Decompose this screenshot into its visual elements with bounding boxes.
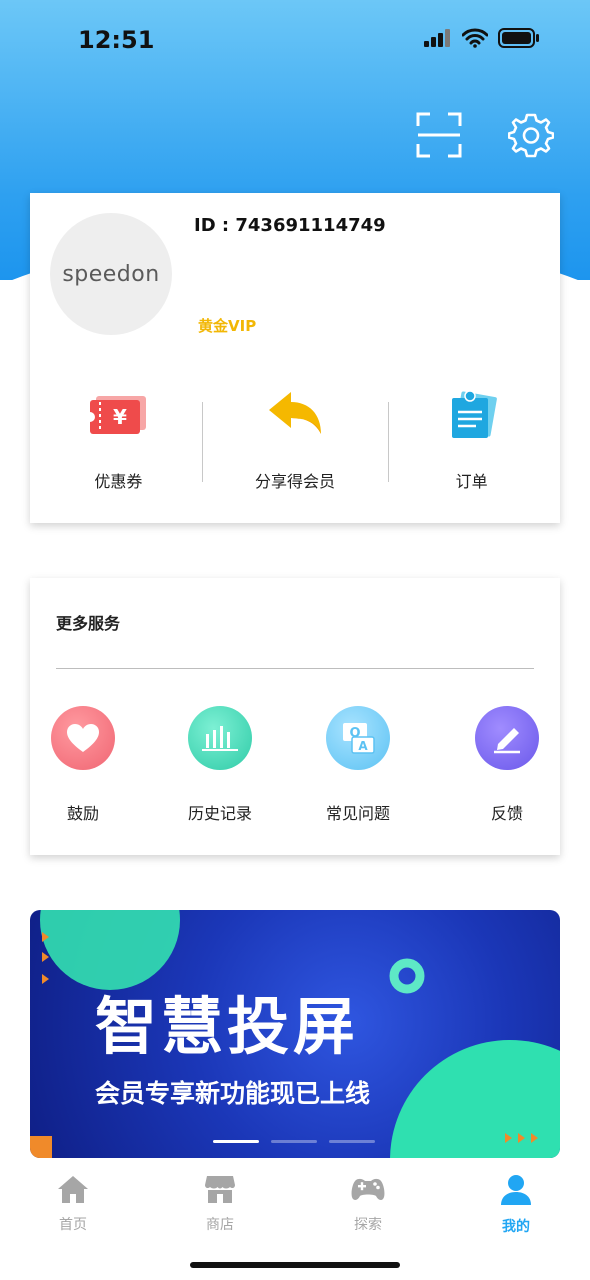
coupon-button[interactable]: ¥ 优惠券 <box>30 388 207 498</box>
services-row: 鼓励 历史记录 Q A 常见问题 反馈 <box>30 706 560 826</box>
status-time: 12:51 <box>78 26 155 54</box>
tab-store[interactable]: 商店 <box>180 1174 260 1234</box>
feedback-label: 反馈 <box>490 804 523 823</box>
home-indicator <box>190 1262 400 1268</box>
orders-button[interactable]: 订单 <box>383 388 560 498</box>
status-bar: 12:51 <box>0 0 590 80</box>
coupon-label: 优惠券 <box>94 472 143 491</box>
profile-icon <box>500 1174 532 1210</box>
carousel-dot[interactable] <box>329 1140 375 1143</box>
store-icon <box>204 1174 236 1208</box>
encourage-label: 鼓励 <box>66 804 99 823</box>
coupon-icon: ¥ <box>85 388 150 444</box>
battery-icon <box>498 28 540 52</box>
banner-title: 智慧投屏 <box>95 990 360 1063</box>
profile-card: speedon ID : 743691114749 黄金VIP ¥ 优惠券 分享… <box>30 193 560 523</box>
carousel-dot[interactable] <box>271 1140 317 1143</box>
tab-home-label: 首页 <box>59 1217 87 1233</box>
avatar[interactable]: speedon <box>50 213 172 335</box>
svg-text:A: A <box>358 739 368 753</box>
tab-explore[interactable]: 探索 <box>328 1174 408 1234</box>
share-member-label: 分享得会员 <box>255 472 336 491</box>
faq-icon: Q A <box>326 706 390 770</box>
share-icon <box>263 388 327 444</box>
cellular-signal-icon <box>424 29 452 51</box>
share-member-button[interactable]: 分享得会员 <box>207 388 384 498</box>
status-icons <box>424 28 540 52</box>
profile-page: 12:51 speedon ID: 743691114749 黄金VIP ¥ … <box>0 0 590 1280</box>
order-icon <box>440 388 504 444</box>
carousel-dot[interactable] <box>213 1140 259 1143</box>
banner-subtitle: 会员专享新功能现已上线 <box>95 1079 371 1108</box>
gamepad-icon <box>350 1174 386 1208</box>
divider <box>202 402 203 482</box>
tab-mine-label: 我的 <box>502 1219 530 1235</box>
quick-actions: ¥ 优惠券 分享得会员 订单 <box>30 388 560 498</box>
history-chart-icon <box>188 706 252 770</box>
scan-icon[interactable] <box>416 112 462 158</box>
section-title: 更多服务 <box>56 614 121 633</box>
more-services-card: 更多服务 鼓励 历史记录 Q A 常见问题 反馈 <box>30 578 560 855</box>
user-id: ID : 743691114749 <box>194 215 386 236</box>
wifi-icon <box>461 28 489 52</box>
divider <box>56 668 534 669</box>
home-icon <box>57 1174 89 1208</box>
carousel-indicator <box>213 1140 375 1143</box>
tab-mine[interactable]: 我的 <box>476 1174 556 1236</box>
tab-explore-label: 探索 <box>354 1217 382 1233</box>
svg-text:¥: ¥ <box>113 405 127 429</box>
avatar-logo: speedon <box>62 261 160 287</box>
feedback-pencil-icon <box>475 706 539 770</box>
header-actions <box>416 112 555 158</box>
heart-icon <box>51 706 115 770</box>
vip-badge: 黄金VIP <box>198 317 257 335</box>
tab-home[interactable]: 首页 <box>33 1174 113 1234</box>
promo-banner[interactable]: 智慧投屏 会员专享新功能现已上线 <box>30 910 560 1158</box>
history-button[interactable]: 历史记录 <box>160 706 280 824</box>
feedback-button[interactable]: 反馈 <box>447 706 567 824</box>
faq-button[interactable]: Q A 常见问题 <box>298 706 418 824</box>
tab-store-label: 商店 <box>206 1217 234 1233</box>
encourage-button[interactable]: 鼓励 <box>23 706 143 824</box>
history-label: 历史记录 <box>187 804 252 823</box>
orders-label: 订单 <box>455 472 488 491</box>
settings-gear-icon[interactable] <box>507 112 555 158</box>
faq-label: 常见问题 <box>325 804 390 823</box>
